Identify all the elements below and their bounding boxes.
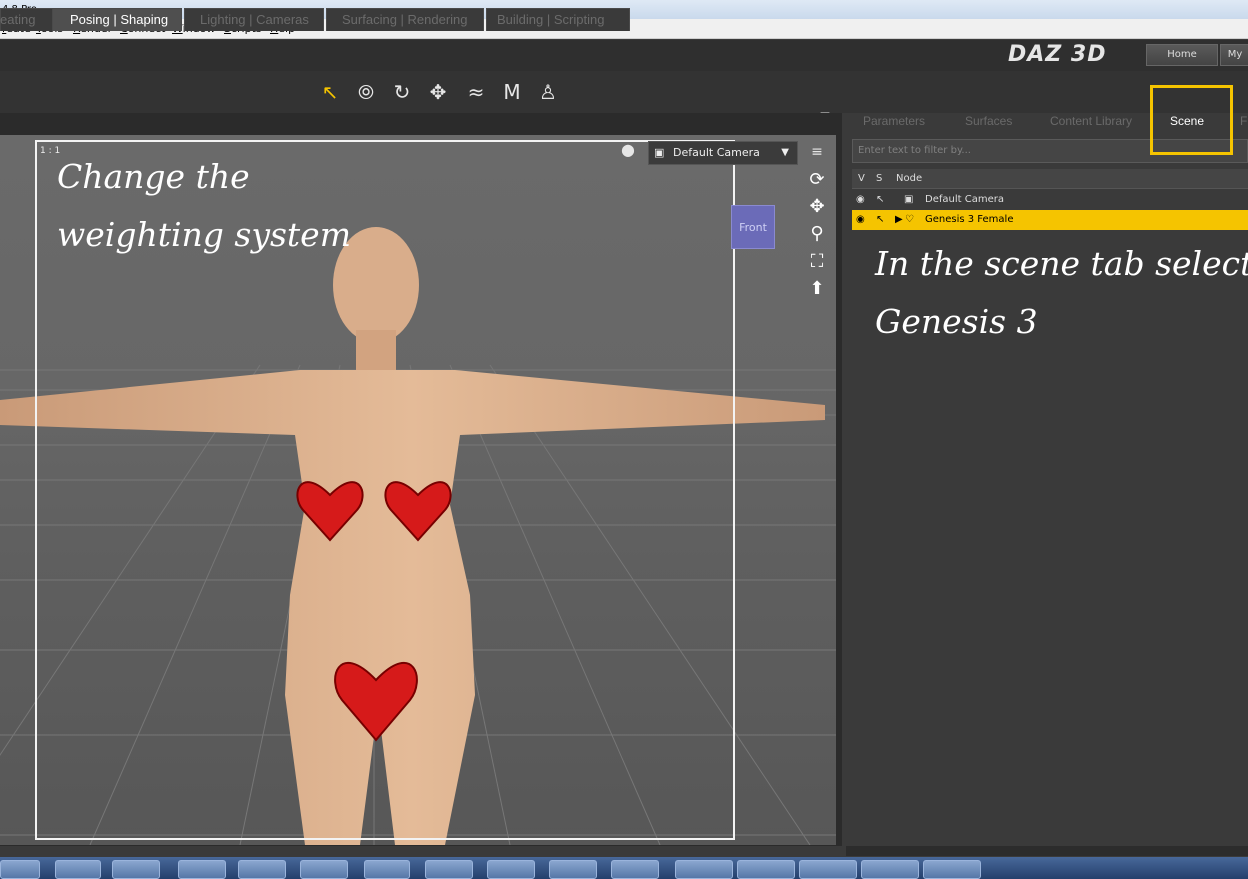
pointer-icon[interactable]: ↖ <box>316 78 344 106</box>
zoom-icon[interactable]: ⚲ <box>805 222 829 246</box>
daz3d-logo: DAZ 3D <box>1008 42 1107 67</box>
tab-building-scripting[interactable]: Building | Scripting <box>497 8 604 31</box>
morph-tool-icon[interactable]: M <box>498 78 526 106</box>
tab-lighting-cameras[interactable]: Lighting | Cameras <box>200 8 309 31</box>
tool-bar <box>0 71 1248 113</box>
reset-view-icon[interactable]: ⬆ <box>805 277 829 301</box>
home-button[interactable]: Home <box>1146 44 1218 66</box>
taskbar-app-1[interactable] <box>55 860 101 879</box>
draw-style-icon[interactable]: ● <box>616 138 640 162</box>
taskbar-app-13[interactable] <box>799 860 857 879</box>
chevron-down-icon: ▼ <box>781 147 789 158</box>
frame-icon[interactable]: ⛶ <box>805 250 829 274</box>
node-name: Genesis 3 Female <box>925 214 1014 225</box>
taskbar-app-2[interactable] <box>112 860 160 879</box>
camera-name: Default Camera <box>673 146 760 159</box>
eye-icon[interactable]: ◉ <box>856 210 865 230</box>
tab-parameters[interactable]: Parameters <box>863 110 925 132</box>
rotate-tool-icon[interactable]: ↻ <box>388 78 416 106</box>
eye-icon[interactable]: ◉ <box>856 190 865 210</box>
col-selectable[interactable]: S <box>876 169 882 189</box>
node-name: Default Camera <box>925 194 1004 205</box>
camera-icon: ▣ <box>654 146 665 159</box>
taskbar-app-3[interactable] <box>178 860 226 879</box>
taskbar-app-9[interactable] <box>549 860 597 879</box>
scale-tool-icon[interactable]: ≈ <box>462 78 490 106</box>
tab-creating[interactable]: eating <box>0 8 35 31</box>
col-node[interactable]: Node <box>896 169 922 189</box>
camera-select[interactable]: ▣ Default Camera ▼ <box>648 141 798 165</box>
annotation-line-1: Change the <box>57 157 250 196</box>
universal-tool-icon[interactable]: ⦾ <box>352 78 380 106</box>
tab-surfaces[interactable]: Surfaces <box>965 110 1012 132</box>
select-arrow-icon[interactable]: ↖ <box>876 190 884 210</box>
tab-surfacing-rendering[interactable]: Surfacing | Rendering <box>342 8 468 31</box>
scene-column-header: V S Node <box>852 169 1248 189</box>
scene-row-genesis-3-female[interactable]: ◉ ↖ ▶ ♡ Genesis 3 Female <box>852 210 1248 230</box>
panel-scrollbar[interactable] <box>846 846 1248 856</box>
orbit-icon[interactable]: ⟳ <box>805 168 829 192</box>
viewport-menu-icon[interactable]: ≡ <box>805 141 829 163</box>
tab-content-library[interactable]: Content Library <box>1050 110 1132 132</box>
taskbar-app-8[interactable] <box>487 860 535 879</box>
scene-row-default-camera[interactable]: ◉ ↖ ▣ Default Camera <box>852 190 1248 210</box>
camera-node-icon: ▣ <box>904 194 914 205</box>
taskbar-app-11[interactable] <box>675 860 733 879</box>
taskbar-app-10[interactable] <box>611 860 659 879</box>
taskbar-app-15[interactable] <box>923 860 981 879</box>
scene-annotation-line-2: Genesis 3 <box>875 302 1038 341</box>
figure-tool-icon[interactable]: ♙ <box>534 78 562 106</box>
figure-node-icon: ♡ <box>905 214 914 225</box>
translate-tool-icon[interactable]: ✥ <box>424 78 452 106</box>
annotation-line-2: weighting system <box>57 215 351 254</box>
scene-tab-highlight <box>1150 85 1233 155</box>
taskbar-app-6[interactable] <box>364 860 410 879</box>
daz-studio-window: 4.8 Pro reate Tools Render Connect Windo… <box>0 0 1248 879</box>
taskbar-app-7[interactable] <box>425 860 473 879</box>
select-arrow-icon[interactable]: ↖ <box>876 210 884 230</box>
tab-posing-shaping[interactable]: Posing | Shaping <box>70 8 168 31</box>
pan-icon[interactable]: ✥ <box>805 195 829 219</box>
tab-more[interactable]: F <box>1240 110 1247 132</box>
taskbar-app-5[interactable] <box>300 860 348 879</box>
scene-annotation-line-1: In the scene tab select <box>875 244 1248 283</box>
my-button[interactable]: My <box>1220 44 1248 66</box>
col-visible[interactable]: V <box>858 169 865 189</box>
nav-cube[interactable]: Front <box>731 205 775 249</box>
taskbar-app-4[interactable] <box>238 860 286 879</box>
taskbar-app-14[interactable] <box>861 860 919 879</box>
expand-arrow-icon[interactable]: ▶ <box>895 210 903 230</box>
taskbar-app-12[interactable] <box>737 860 795 879</box>
taskbar-start[interactable] <box>0 860 40 879</box>
